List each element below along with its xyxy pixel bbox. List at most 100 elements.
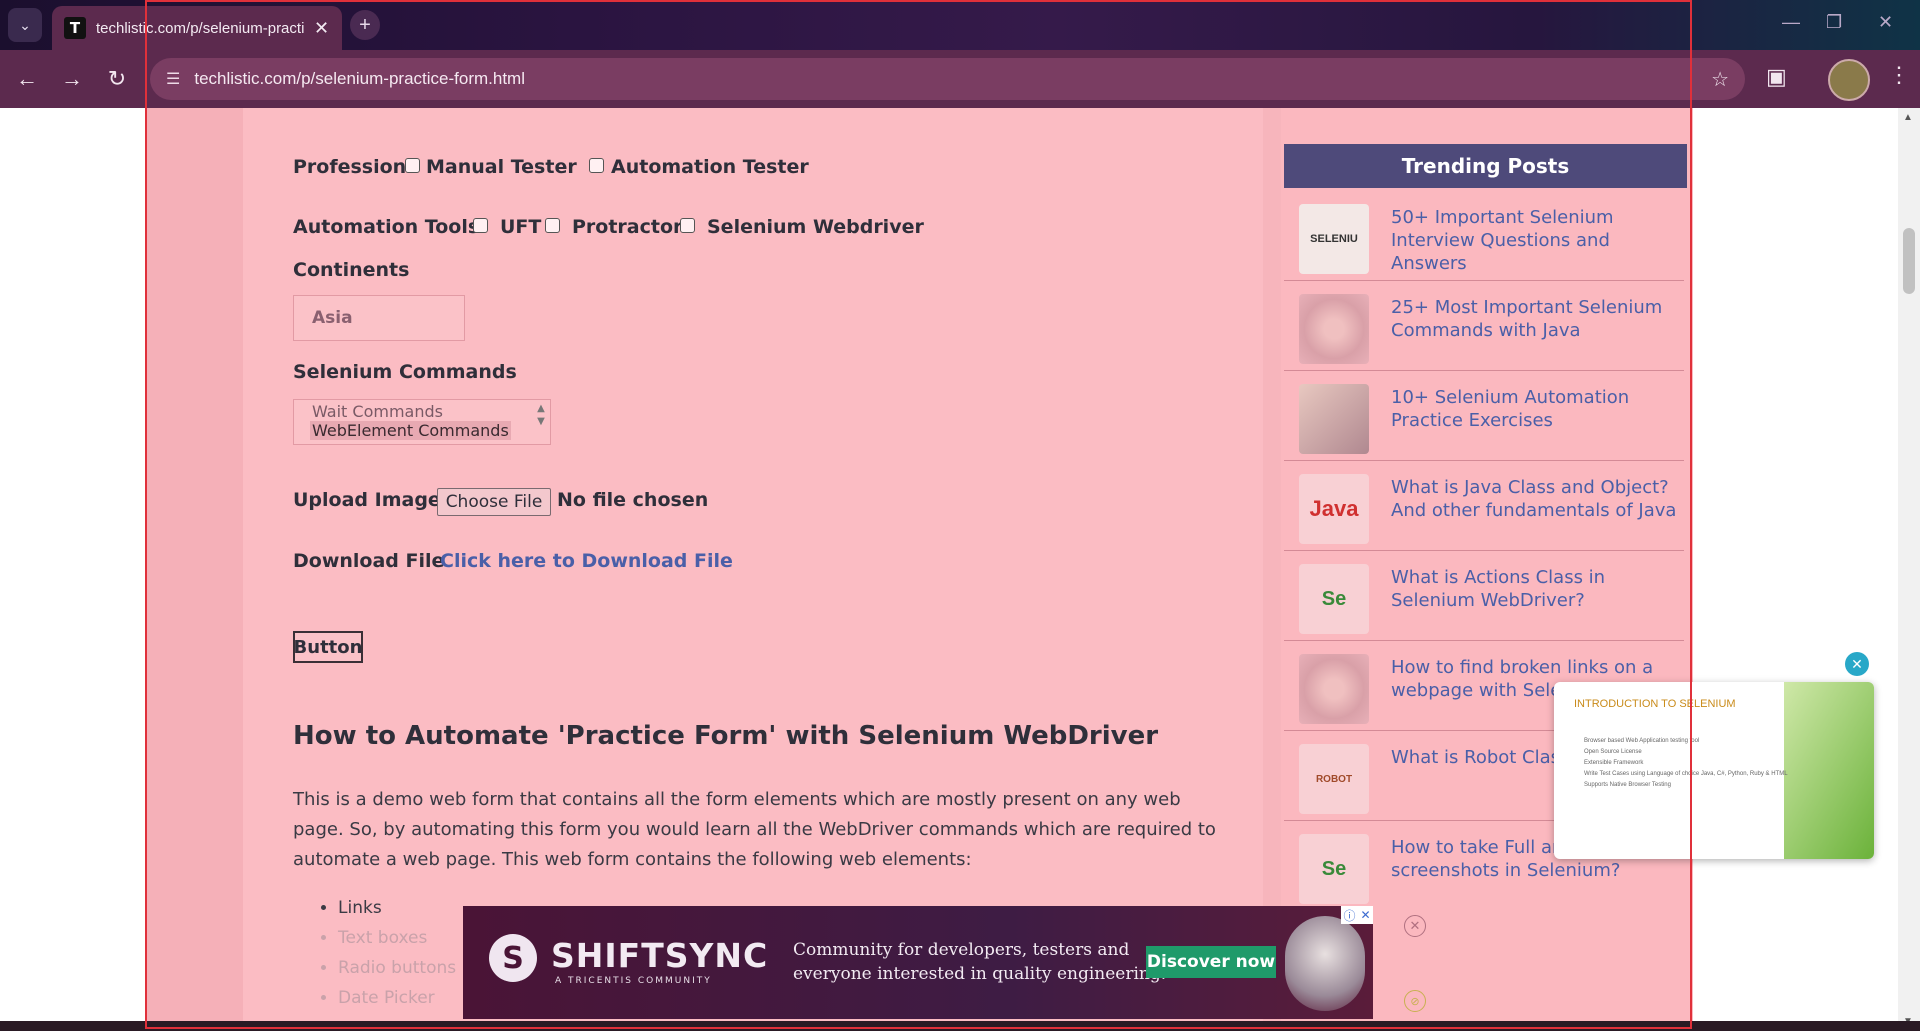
close-tab-icon[interactable]: ✕: [314, 18, 329, 39]
post-title-link[interactable]: 50+ Important Selenium Interview Questio…: [1391, 206, 1681, 275]
list-item: Radio buttons: [338, 953, 456, 983]
plain-button[interactable]: Button: [293, 631, 363, 663]
forward-icon[interactable]: →: [57, 64, 87, 94]
astronaut-image: [1285, 916, 1365, 1011]
menu-kebab-icon[interactable]: ⋮: [1888, 62, 1910, 88]
extensions-icon[interactable]: ▣: [1766, 64, 1787, 90]
trending-post[interactable]: SELENIU 50+ Important Selenium Interview…: [1284, 192, 1684, 281]
manual-tester-label: Manual Tester: [426, 156, 577, 178]
post-thumbnail[interactable]: [1299, 654, 1369, 724]
trending-post[interactable]: Java What is Java Class and Object? And …: [1284, 462, 1684, 551]
element-list: Links Text boxes Radio buttons Date Pick…: [322, 893, 456, 1013]
site-info-icon[interactable]: ☰: [166, 69, 180, 89]
shiftsync-logo-icon: S: [489, 934, 537, 982]
automation-tester-checkbox[interactable]: [589, 158, 604, 173]
bookmark-star-icon[interactable]: ☆: [1711, 67, 1729, 92]
selenium-commands-listbox[interactable]: Wait Commands WebElement Commands ▲ ▼: [293, 399, 551, 445]
restore-icon[interactable]: ❐: [1826, 12, 1842, 33]
continents-select[interactable]: Asia: [293, 295, 465, 341]
protractor-checkbox[interactable]: [545, 218, 560, 233]
scrollbar-thumb[interactable]: [1903, 228, 1915, 294]
reload-icon[interactable]: ↻: [102, 64, 132, 94]
video-slide-line: Supports Native Browser Testing: [1584, 782, 1671, 788]
content-divider: [1263, 108, 1281, 1031]
ad-cta-button[interactable]: Discover now: [1146, 946, 1276, 978]
browser-toolbar: ← → ↻ ☰ techlistic.com/p/selenium-practi…: [0, 50, 1920, 108]
video-slide-line: Browser based Web Application testing to…: [1584, 738, 1700, 744]
upload-image-label: Upload Image: [293, 489, 441, 511]
ad-choices-icon[interactable]: ⓘ ✕: [1341, 906, 1373, 924]
manual-tester-checkbox[interactable]: [405, 158, 420, 173]
download-file-label: Download File: [293, 550, 445, 572]
ad-tagline-1: Community for developers, testers and: [793, 940, 1130, 960]
tab-title: techlistic.com/p/selenium-practi: [96, 19, 305, 37]
close-icon[interactable]: ✕: [1360, 908, 1370, 922]
video-slide-line: Extensible Framework: [1584, 760, 1644, 766]
video-slide-line: Open Source License: [1584, 749, 1642, 755]
tab-bar: ⌄ T techlistic.com/p/selenium-practi ✕ +…: [0, 0, 1920, 50]
automation-tools-label: Automation Tools: [293, 216, 480, 238]
trending-post[interactable]: Se What is Actions Class in Selenium Web…: [1284, 552, 1684, 641]
automation-tester-label: Automation Tester: [611, 156, 809, 178]
list-item: Links: [338, 893, 456, 923]
minimize-icon[interactable]: —: [1782, 12, 1800, 33]
back-icon[interactable]: ←: [12, 64, 42, 94]
new-tab-button[interactable]: +: [350, 10, 380, 40]
video-slide-line: Write Test Cases using Language of choic…: [1584, 771, 1788, 777]
left-gutter: [145, 108, 243, 1031]
uft-label: UFT: [500, 216, 542, 238]
protractor-label: Protractor: [572, 216, 683, 238]
scroll-up-icon[interactable]: ▲: [537, 403, 545, 414]
scroll-down-icon[interactable]: ▼: [537, 416, 545, 427]
post-thumbnail[interactable]: [1299, 294, 1369, 364]
profession-label: Profession: [293, 156, 407, 178]
post-thumbnail[interactable]: SELENIU: [1299, 204, 1369, 274]
active-tab[interactable]: T techlistic.com/p/selenium-practi ✕: [52, 6, 342, 50]
floating-video-player[interactable]: INTRODUCTION TO SELENIUM Browser based W…: [1554, 682, 1874, 859]
post-thumbnail[interactable]: Se: [1299, 834, 1369, 904]
info-icon[interactable]: ⓘ: [1343, 907, 1355, 924]
download-file-link[interactable]: Click here to Download File: [440, 550, 733, 572]
post-thumbnail[interactable]: ROBOT: [1299, 744, 1369, 814]
trending-post[interactable]: 25+ Most Important Selenium Commands wit…: [1284, 282, 1684, 371]
ad-tagline-2: everyone interested in quality engineeri…: [793, 964, 1167, 984]
post-title-link[interactable]: What is Java Class and Object? And other…: [1391, 476, 1681, 522]
post-title-link[interactable]: 10+ Selenium Automation Practice Exercis…: [1391, 386, 1681, 432]
ad-badge-icon[interactable]: ⊘: [1404, 990, 1426, 1012]
ad-subbrand: A TRICENTIS COMMUNITY: [555, 976, 712, 986]
listbox-option[interactable]: Wait Commands: [312, 402, 443, 421]
article-paragraph: This is a demo web form that contains al…: [293, 789, 1216, 870]
uft-checkbox[interactable]: [473, 218, 488, 233]
scroll-up-icon[interactable]: ▲: [1903, 112, 1913, 123]
tab-search-button[interactable]: ⌄: [8, 8, 42, 42]
web-page: Profession Manual Tester Automation Test…: [0, 108, 1920, 1031]
taskbar-edge: [0, 1021, 1920, 1031]
video-slide-title: INTRODUCTION TO SELENIUM: [1574, 698, 1736, 710]
url-text[interactable]: techlistic.com/p/selenium-practice-form.…: [194, 69, 525, 89]
close-ad-icon[interactable]: ✕: [1404, 915, 1426, 937]
post-title-link[interactable]: What is Actions Class in Selenium WebDri…: [1391, 566, 1681, 612]
post-thumbnail[interactable]: Se: [1299, 564, 1369, 634]
close-window-icon[interactable]: ✕: [1878, 12, 1893, 33]
list-item: Text boxes: [338, 923, 456, 953]
choose-file-button[interactable]: Choose File: [437, 488, 551, 516]
site-favicon-icon: T: [64, 17, 86, 39]
post-thumbnail[interactable]: Java: [1299, 474, 1369, 544]
listbox-option-selected[interactable]: WebElement Commands: [310, 421, 511, 440]
article-heading: How to Automate 'Practice Form' with Sel…: [293, 721, 1159, 751]
post-title-link[interactable]: 25+ Most Important Selenium Commands wit…: [1391, 296, 1681, 342]
list-item: Date Picker: [338, 983, 456, 1013]
close-video-icon[interactable]: ✕: [1845, 652, 1869, 676]
trending-posts-heading: Trending Posts: [1284, 144, 1687, 188]
bottom-banner-ad[interactable]: S SHIFTSYNC A TRICENTIS COMMUNITY Commun…: [463, 906, 1373, 1019]
address-bar[interactable]: ☰ techlistic.com/p/selenium-practice-for…: [150, 58, 1745, 100]
file-status-text: No file chosen: [557, 489, 709, 511]
selenium-webdriver-label: Selenium Webdriver: [707, 216, 924, 238]
post-thumbnail[interactable]: [1299, 384, 1369, 454]
chevron-down-icon: ⌄: [19, 16, 31, 33]
slide-decoration: [1784, 682, 1874, 859]
listbox-scrollbar[interactable]: ▲ ▼: [534, 402, 548, 442]
profile-avatar[interactable]: [1828, 59, 1870, 101]
selenium-webdriver-checkbox[interactable]: [680, 218, 695, 233]
trending-post[interactable]: 10+ Selenium Automation Practice Exercis…: [1284, 372, 1684, 461]
